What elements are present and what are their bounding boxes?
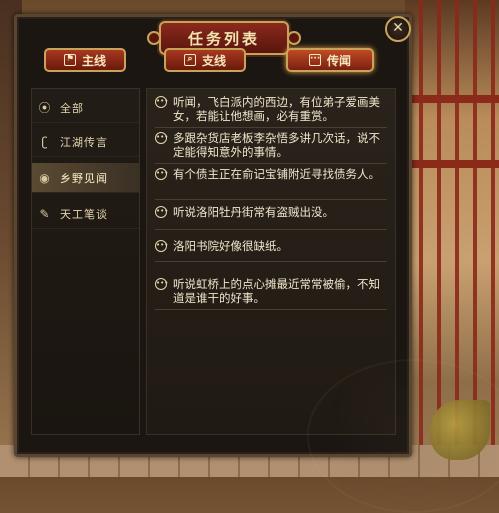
category-list: ⦿ 全部 ʗ 江湖传言 ◉ 乡野见闻 ✎ 天工笔谈 xyxy=(31,88,140,435)
tab-label: 传闻 xyxy=(326,53,351,68)
speech-bubble-icon: ⦿ xyxy=(38,100,52,115)
entry-text: 多跟杂货店老板李杂悟多讲几次话，说不定能得知意外的事情。 xyxy=(173,131,380,159)
tab-side-quest[interactable]: ⌕ 支线 xyxy=(164,48,246,72)
divider xyxy=(155,127,387,128)
list-item[interactable]: ••• 多跟杂货店老板李杂悟多讲几次话，说不定能得知意外的事情。 xyxy=(155,131,387,159)
category-jianghu-rumors[interactable]: ʗ 江湖传言 xyxy=(32,127,139,157)
tab-main-quest[interactable]: ⚑ 主线 xyxy=(44,48,126,72)
category-label: 天工笔谈 xyxy=(60,207,108,221)
entry-text: 洛阳书院好像很缺纸。 xyxy=(173,239,288,253)
speech-bubble-icon: ••• xyxy=(155,278,168,290)
close-button[interactable]: ✕ xyxy=(385,16,411,42)
list-item[interactable]: ••• 听闻，飞白派内的西边，有位弟子爱画美女，若能让他想画，必有重赏。 xyxy=(155,95,387,123)
dragon-emblem xyxy=(307,359,499,513)
entry-text: 听闻，飞白派内的西边，有位弟子爱画美女，若能让他想画，必有重赏。 xyxy=(173,95,380,123)
flag-icon: ⚑ xyxy=(63,54,76,66)
brush-icon: ✎ xyxy=(39,206,51,221)
close-icon: ✕ xyxy=(392,20,404,36)
speech-bubble-icon: ••• xyxy=(155,168,168,180)
speech-bubble-icon: ••• xyxy=(155,240,168,252)
category-countryside-tales[interactable]: ◉ 乡野见闻 xyxy=(32,163,139,193)
speech-bubble-icon: ••• xyxy=(155,132,168,144)
category-label: 全部 xyxy=(60,101,84,115)
entry-text: 有个债主正在俞记宝铺附近寻找债务人。 xyxy=(173,167,380,181)
divider xyxy=(155,309,387,310)
eye-icon: ◉ xyxy=(39,170,51,185)
speech-bubble-icon: ••• xyxy=(155,206,168,218)
search-icon: ⌕ xyxy=(183,54,196,66)
category-all[interactable]: ⦿ 全部 xyxy=(32,93,139,123)
category-label: 乡野见闻 xyxy=(60,171,108,185)
speech-bubble-icon: ··· xyxy=(308,54,321,66)
divider xyxy=(155,163,387,164)
category-crafts-notes[interactable]: ✎ 天工笔谈 xyxy=(32,199,139,229)
list-item[interactable]: ••• 有个债主正在俞记宝铺附近寻找债务人。 xyxy=(155,167,387,181)
divider xyxy=(155,199,387,200)
tab-label: 主线 xyxy=(81,53,106,68)
entry-text: 听说虹桥上的点心摊最近常常被偷，不知道是谁干的好事。 xyxy=(173,277,380,305)
ear-icon: ʗ xyxy=(41,134,49,149)
entry-text: 听说洛阳牡丹街常有盗贼出没。 xyxy=(173,205,334,219)
railing xyxy=(405,95,499,103)
category-label: 江湖传言 xyxy=(60,135,108,149)
divider xyxy=(155,261,387,262)
speech-bubble-icon: ••• xyxy=(155,96,168,108)
list-item[interactable]: ••• 听说洛阳牡丹街常有盗贼出没。 xyxy=(155,205,387,219)
railing-lower xyxy=(405,160,499,168)
list-item[interactable]: ••• 洛阳书院好像很缺纸。 xyxy=(155,239,387,253)
list-item[interactable]: ••• 听说虹桥上的点心摊最近常常被偷，不知道是谁干的好事。 xyxy=(155,277,387,305)
rumor-list: ••• 听闻，飞白派内的西边，有位弟子爱画美女，若能让他想画，必有重赏。 •••… xyxy=(146,88,499,513)
tab-label: 支线 xyxy=(201,53,226,68)
tab-rumors[interactable]: ··· 传闻 xyxy=(286,48,374,72)
divider xyxy=(155,229,387,230)
